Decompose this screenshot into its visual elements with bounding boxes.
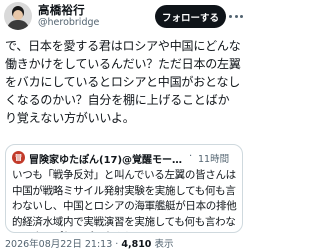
quoted-tweet[interactable]: 冒 冒険家ゆたぽん(17)@覚醒モー… · 11時間 いつも「戦争反対」と叫んで…: [5, 144, 243, 233]
quoted-author-avatar: 冒: [12, 151, 25, 164]
views-label: 表示: [154, 239, 174, 250]
author-handle[interactable]: @herobridge: [38, 17, 99, 28]
quoted-timestamp: 11時間: [198, 154, 230, 165]
quoted-tweet-text: いつも「戦争反対」と叫んでいる左翼の皆さんは中国が戦略ミサイル発射実験を実施して…: [12, 169, 237, 232]
author-avatar[interactable]: [4, 2, 32, 30]
follow-button[interactable]: フォローする: [155, 5, 226, 28]
quoted-author-name: 冒険家ゆたぽん(17)@覚醒モー…: [29, 155, 183, 166]
author-name[interactable]: 高橋裕行: [38, 2, 85, 18]
views-count: 4,810: [121, 239, 152, 250]
quoted-separator: ·: [189, 151, 193, 162]
tweet-timestamp[interactable]: 2026年08月22日 21:13: [5, 239, 112, 250]
more-options-icon[interactable]: [229, 13, 243, 19]
tweet: 高橋裕行 @herobridge フォローする で、日本を愛する君はロシアや中国…: [0, 0, 245, 250]
meta-separator: ·: [115, 239, 119, 250]
tweet-meta: 2026年08月22日 21:13 · 4,810 表示: [5, 236, 173, 250]
tweet-text: で、日本を愛する君はロシアや中国にどんな働きかけをしているんだい？ただ日本の左翼…: [5, 39, 241, 125]
